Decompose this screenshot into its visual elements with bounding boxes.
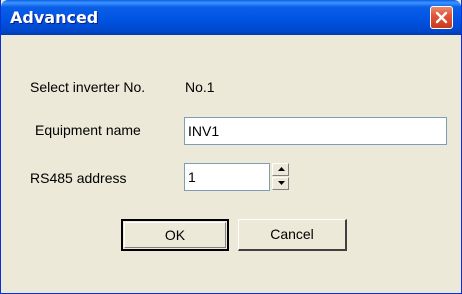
- rs485-address-input[interactable]: [184, 163, 270, 191]
- select-inverter-label: Select inverter No.: [30, 79, 146, 95]
- close-button[interactable]: [430, 6, 453, 29]
- spin-down-button[interactable]: [272, 177, 289, 190]
- cancel-button[interactable]: Cancel: [238, 219, 347, 251]
- equipment-name-input[interactable]: [184, 117, 447, 145]
- arrow-down-icon: [278, 181, 285, 185]
- arrow-up-icon: [278, 167, 285, 171]
- equipment-name-label: Equipment name: [35, 122, 141, 138]
- cancel-button-label: Cancel: [270, 226, 314, 242]
- inverter-number-value: No.1: [185, 79, 215, 95]
- rs485-address-label: RS485 address: [30, 170, 127, 186]
- ok-button-label: OK: [164, 227, 186, 243]
- close-icon: [435, 11, 448, 24]
- advanced-dialog: Advanced Select inverter No. No.1 Equipm…: [0, 0, 462, 294]
- title-bar[interactable]: Advanced: [1, 0, 461, 35]
- ok-button[interactable]: OK: [121, 219, 229, 251]
- dialog-title: Advanced: [10, 8, 99, 27]
- spin-up-button[interactable]: [272, 163, 289, 176]
